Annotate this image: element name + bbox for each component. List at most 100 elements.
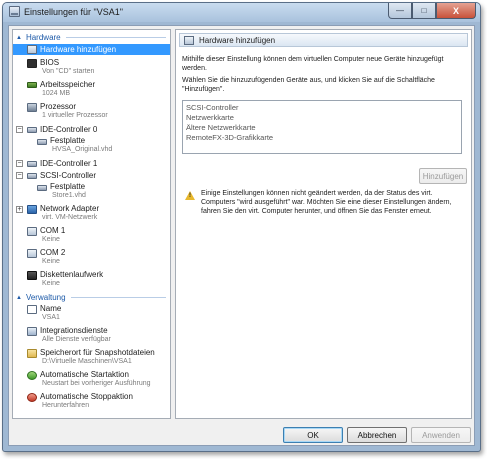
minimize-button[interactable]: — [388, 3, 412, 19]
tree-item-label: Festplatte [50, 182, 86, 191]
tree-item-processor[interactable]: Prozessor 1 virtueller Prozessor [13, 102, 170, 122]
serial-port-icon [27, 227, 37, 236]
hard-disk-icon [37, 139, 47, 145]
warning-icon-mark: ! [189, 193, 191, 199]
scsi-controller-icon [27, 173, 37, 179]
device-list-item[interactable]: RemoteFX-3D-Grafikkarte [186, 133, 458, 143]
tree-item-sub: virt. VM-Netzwerk [42, 214, 98, 221]
tree-item-memory[interactable]: Arbeitsspeicher 1024 MB [13, 80, 170, 100]
tree-item-network-adapter[interactable]: + Network Adapter virt. VM-Netzwerk [13, 204, 170, 224]
title-bar[interactable]: Einstellungen für "VSA1" — □ X [3, 3, 480, 22]
processor-icon [27, 103, 37, 112]
tree-item-sub: Von "CD" starten [42, 68, 95, 75]
section-divider [70, 297, 166, 298]
tree-item-sub: D:\Virtuelle Maschinen\VSA1 [42, 358, 132, 365]
tree-item-add-hardware[interactable]: Hardware hinzufügen [13, 44, 170, 55]
stop-action-icon [27, 393, 37, 402]
panel-instruction: Wählen Sie die hinzuzufügenden Geräte au… [182, 77, 435, 93]
tree-item-floppy[interactable]: Diskettenlaufwerk Keine [13, 270, 170, 290]
panel-header: Hardware hinzufügen [179, 33, 468, 47]
tree-item-ide0-disk[interactable]: Festplatte HVSA_Original.vhd [13, 136, 170, 156]
ide-controller-icon [27, 127, 37, 133]
collapse-toggle[interactable]: − [16, 160, 23, 167]
hardware-icon [184, 35, 194, 45]
settings-tree[interactable]: ▲ Hardware Hardware hinzufügen BIOS Von … [12, 29, 171, 419]
tree-item-sub: 1024 MB [42, 90, 71, 97]
tree-item-sub: 1 virtueller Prozessor [42, 112, 108, 119]
tree-item-sub: Herunterfahren [42, 402, 90, 409]
serial-port-icon [27, 249, 37, 258]
tree-item-scsi-disk[interactable]: Festplatte Store1.vhd [13, 182, 170, 202]
tree-item-label: IDE-Controller 0 [40, 125, 98, 134]
panel-title: Hardware hinzufügen [199, 35, 276, 45]
details-panel: Hardware hinzufügen Mithilfe dieser Eins… [175, 29, 472, 419]
tree-item-label: Automatische Stoppaktion [40, 392, 133, 401]
tree-item-label: BIOS [40, 58, 60, 67]
device-list-item[interactable]: Ältere Netzwerkkarte [186, 123, 458, 133]
section-divider [65, 37, 166, 38]
tree-item-snapshot-location[interactable]: Speicherort für Snapshotdateien D:\Virtu… [13, 348, 170, 368]
hard-disk-icon [37, 185, 47, 191]
tree-item-label: Festplatte [50, 136, 86, 145]
section-hardware[interactable]: ▲ Hardware [13, 32, 170, 43]
floppy-disk-icon [27, 271, 37, 280]
tree-item-ide1[interactable]: − IDE-Controller 1 [13, 158, 170, 169]
tree-item-sub: Keine [42, 236, 60, 243]
tree-item-com2[interactable]: COM 2 Keine [13, 248, 170, 268]
ok-button[interactable]: OK [283, 427, 343, 443]
cancel-button[interactable]: Abbrechen [347, 427, 407, 443]
start-action-icon [27, 371, 37, 380]
collapse-chevron-icon[interactable]: ▲ [16, 295, 22, 301]
tree-item-label: Arbeitsspeicher [40, 80, 96, 89]
folder-icon [27, 349, 37, 358]
collapse-toggle[interactable]: − [16, 172, 23, 179]
tree-item-label: Speicherort für Snapshotdateien [40, 348, 155, 357]
tree-item-sub: VSA1 [42, 314, 60, 321]
tree-item-label: COM 1 [40, 226, 66, 235]
hardware-icon [27, 45, 37, 54]
section-management[interactable]: ▲ Verwaltung [13, 292, 170, 303]
tree-item-label: Network Adapter [40, 204, 100, 213]
tree-item-integration-services[interactable]: Integrationsdienste Alle Dienste verfügb… [13, 326, 170, 346]
tree-item-name[interactable]: Name VSA1 [13, 304, 170, 324]
apply-button[interactable]: Anwenden [411, 427, 471, 443]
panel-intro: Mithilfe dieser Einstellung können dem v… [182, 56, 444, 72]
tree-item-ide0[interactable]: − IDE-Controller 0 [13, 124, 170, 135]
tree-item-sub: Neustart bei vorheriger Ausführung [42, 380, 151, 387]
vm-settings-icon [9, 6, 20, 17]
caption-buttons: — □ X [388, 3, 476, 19]
tree-item-sub: Alle Dienste verfügbar [42, 336, 111, 343]
tree-item-com1[interactable]: COM 1 Keine [13, 226, 170, 246]
tree-item-sub: HVSA_Original.vhd [52, 146, 113, 153]
tree-item-label: Prozessor [40, 102, 77, 111]
close-button[interactable]: X [436, 3, 476, 19]
tree-item-label: IDE-Controller 1 [40, 159, 98, 168]
tree-item-auto-stop[interactable]: Automatische Stoppaktion Herunterfahren [13, 392, 170, 412]
expand-toggle[interactable]: + [16, 206, 23, 213]
tree-item-label: Diskettenlaufwerk [40, 270, 104, 279]
window-title: Einstellungen für "VSA1" [24, 7, 123, 17]
ide-controller-icon [27, 161, 37, 167]
tree-item-label: Automatische Startaktion [40, 370, 129, 379]
tree-item-sub: Keine [42, 258, 60, 265]
settings-window: Einstellungen für "VSA1" — □ X ▲ Hardwar… [2, 2, 481, 452]
dialog-client: ▲ Hardware Hardware hinzufügen BIOS Von … [8, 25, 475, 446]
tree-item-sub: Keine [42, 280, 60, 287]
device-list-item[interactable]: SCSI-Controller [186, 103, 458, 113]
warning-text: Einige Einstellungen können nicht geände… [201, 190, 452, 215]
tree-item-label: Hardware hinzufügen [40, 45, 117, 54]
network-adapter-icon [27, 205, 37, 214]
device-list[interactable]: SCSI-Controller Netzwerkkarte Ältere Net… [182, 100, 462, 154]
tree-item-bios[interactable]: BIOS Von "CD" starten [13, 58, 170, 78]
add-button[interactable]: Hinzufügen [419, 168, 467, 184]
tree-item-auto-start[interactable]: Automatische Startaktion Neustart bei vo… [13, 370, 170, 390]
memory-icon [27, 82, 37, 88]
section-management-label: Verwaltung [25, 293, 66, 302]
collapse-chevron-icon[interactable]: ▲ [16, 35, 22, 41]
tree-item-label: SCSI-Controller [40, 171, 97, 180]
maximize-button[interactable]: □ [412, 3, 436, 19]
collapse-toggle[interactable]: − [16, 126, 23, 133]
device-list-item[interactable]: Netzwerkkarte [186, 113, 458, 123]
tree-item-sub: Store1.vhd [52, 192, 86, 199]
tree-item-scsi[interactable]: − SCSI-Controller [13, 170, 170, 181]
